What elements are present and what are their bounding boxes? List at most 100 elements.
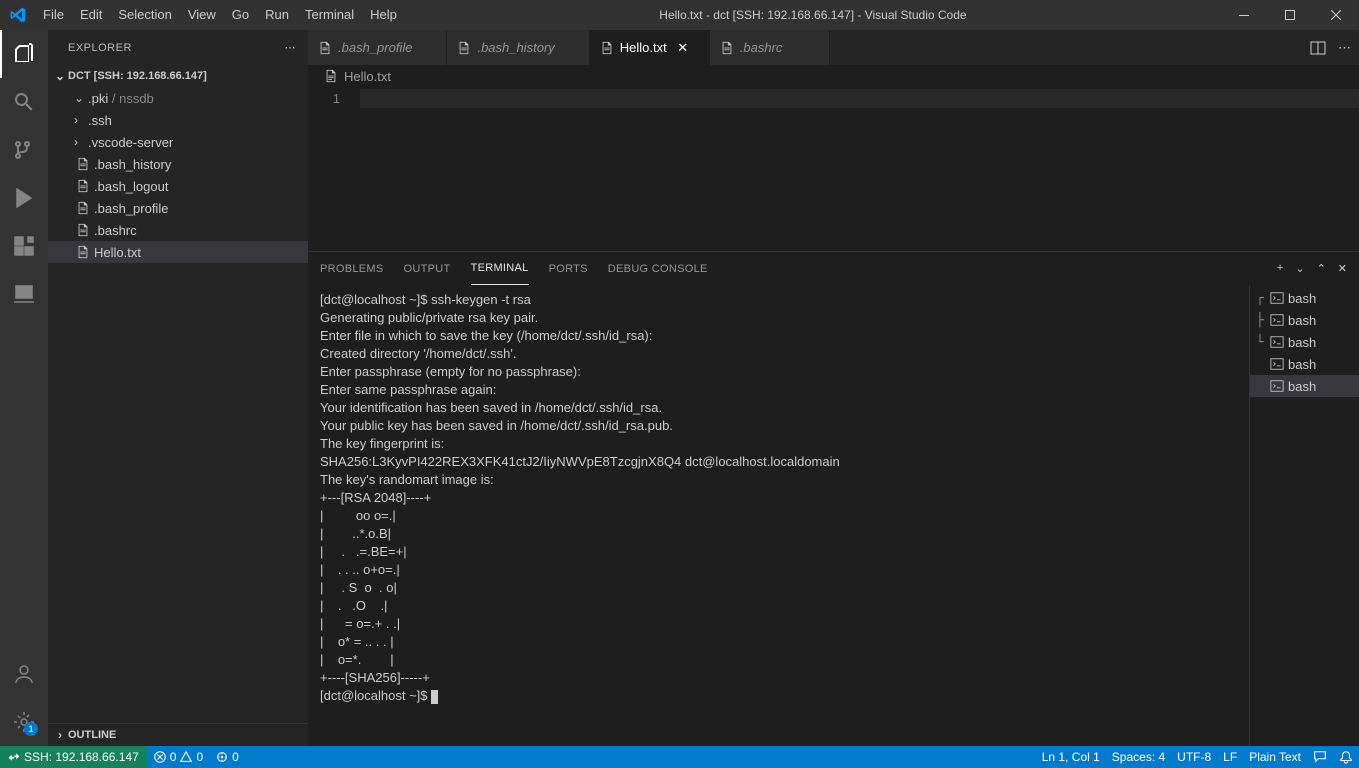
terminal-list-item[interactable]: ┌bash [1250, 287, 1359, 309]
menu-edit[interactable]: Edit [72, 0, 110, 30]
source-control-icon[interactable] [0, 126, 48, 174]
editor-tab[interactable]: .bash_history✕ [447, 30, 589, 65]
sidebar-title: EXPLORER [68, 42, 132, 54]
minimize-button[interactable] [1221, 0, 1267, 30]
window-title: Hello.txt - dct [SSH: 192.168.66.147] - … [405, 8, 1221, 22]
sidebar-more-icon[interactable]: ⋯ [285, 41, 297, 54]
account-icon[interactable] [0, 650, 48, 698]
file-icon [74, 223, 92, 237]
file-icon [74, 201, 92, 215]
file-item[interactable]: .bash_logout [48, 175, 308, 197]
terminal-list-item[interactable]: ├ bash [1250, 309, 1359, 331]
file-tree: ⌄.pki / nssdb›.ssh›.vscode-server.bash_h… [48, 87, 308, 263]
status-notifications-icon[interactable] [1333, 746, 1359, 768]
gutter: 1 [308, 89, 360, 251]
window-controls [1221, 0, 1359, 30]
status-eol[interactable]: LF [1217, 746, 1243, 768]
close-button[interactable] [1313, 0, 1359, 30]
tree-label: .ssh [86, 113, 112, 128]
breadcrumb[interactable]: Hello.txt [308, 65, 1359, 87]
maximize-panel-icon[interactable]: ⌃ [1317, 262, 1326, 275]
status-encoding[interactable]: UTF-8 [1171, 746, 1217, 768]
terminal-dropdown-icon[interactable]: ⌄ [1295, 262, 1304, 275]
chevron-down-icon: ⌄ [52, 69, 68, 83]
editor-tab[interactable]: .bashrc✕ [710, 30, 830, 65]
tree-label: .bash_profile [92, 201, 168, 216]
explorer-root[interactable]: ⌄ DCT [SSH: 192.168.66.147] [48, 65, 308, 87]
tab-label: .bash_history [477, 40, 554, 55]
settings-icon[interactable]: 1 [0, 698, 48, 746]
panel-tabs: PROBLEMS OUTPUT TERMINAL PORTS DEBUG CON… [308, 252, 1359, 285]
close-panel-icon[interactable]: ✕ [1338, 262, 1347, 275]
editor[interactable]: 1 [308, 87, 1359, 251]
editor-tab[interactable]: .bash_profile✕ [308, 30, 447, 65]
menu-bar: File Edit Selection View Go Run Terminal… [35, 0, 405, 30]
chevron-icon: › [74, 113, 86, 127]
remote-explorer-icon[interactable] [0, 270, 48, 318]
menu-help[interactable]: Help [362, 0, 405, 30]
outline-section[interactable]: › OUTLINE [48, 724, 308, 746]
vscode-icon [0, 7, 35, 23]
panel-tab-problems[interactable]: PROBLEMS [320, 252, 384, 285]
tree-label: .bashrc [92, 223, 137, 238]
folder-item[interactable]: ›.vscode-server [48, 131, 308, 153]
menu-run[interactable]: Run [257, 0, 297, 30]
panel-tab-ports[interactable]: PORTS [549, 252, 588, 285]
search-icon[interactable] [0, 78, 48, 126]
run-debug-icon[interactable] [0, 174, 48, 222]
tab-label: .bashrc [740, 40, 783, 55]
file-item[interactable]: Hello.txt [48, 241, 308, 263]
editor-group: .bash_profile✕.bash_history✕Hello.txt✕.b… [308, 30, 1359, 746]
terminal-icon [1270, 335, 1284, 349]
panel-tab-debug-console[interactable]: DEBUG CONSOLE [608, 252, 708, 285]
file-icon [720, 41, 734, 55]
terminal-list-item[interactable]: bash [1250, 375, 1359, 397]
menu-selection[interactable]: Selection [110, 0, 179, 30]
titlebar: File Edit Selection View Go Run Terminal… [0, 0, 1359, 30]
tree-label: .vscode-server [86, 135, 173, 150]
file-icon [600, 41, 614, 55]
code-line[interactable] [360, 89, 1359, 108]
more-actions-icon[interactable]: ⋯ [1338, 40, 1351, 56]
menu-terminal[interactable]: Terminal [297, 0, 362, 30]
outline-label: OUTLINE [68, 729, 116, 741]
tab-label: .bash_profile [338, 40, 412, 55]
terminal-list-item[interactable]: bash [1250, 353, 1359, 375]
status-spaces[interactable]: Spaces: 4 [1106, 746, 1171, 768]
tree-connector: └ [1256, 335, 1266, 350]
menu-view[interactable]: View [180, 0, 224, 30]
status-feedback-icon[interactable] [1307, 746, 1333, 768]
status-language[interactable]: Plain Text [1243, 746, 1307, 768]
status-problems[interactable]: 0 0 [147, 746, 209, 768]
file-item[interactable]: .bash_history [48, 153, 308, 175]
terminal-label: bash [1288, 357, 1316, 372]
file-item[interactable]: .bashrc [48, 219, 308, 241]
editor-tab[interactable]: Hello.txt✕ [590, 30, 710, 65]
status-ln-col[interactable]: Ln 1, Col 1 [1036, 746, 1106, 768]
terminal-label: bash [1288, 313, 1316, 328]
terminal-list-item[interactable]: └ bash [1250, 331, 1359, 353]
settings-badge: 1 [24, 722, 38, 736]
close-tab-icon[interactable]: ✕ [675, 40, 691, 56]
remote-indicator[interactable]: SSH: 192.168.66.147 [0, 746, 147, 768]
terminal-output[interactable]: [dct@localhost ~]$ ssh-keygen -t rsa Gen… [308, 285, 1249, 746]
folder-item[interactable]: ›.ssh [48, 109, 308, 131]
menu-file[interactable]: File [35, 0, 72, 30]
panel-tab-output[interactable]: OUTPUT [404, 252, 451, 285]
tree-label: Hello.txt [92, 245, 141, 260]
panel-tab-terminal[interactable]: TERMINAL [471, 252, 529, 285]
tree-connector: ├ [1256, 313, 1266, 328]
new-terminal-icon[interactable]: + [1277, 262, 1283, 275]
file-item[interactable]: .bash_profile [48, 197, 308, 219]
menu-go[interactable]: Go [224, 0, 257, 30]
extensions-icon[interactable] [0, 222, 48, 270]
chevron-icon: › [74, 135, 86, 149]
terminal-label: bash [1288, 335, 1316, 350]
folder-item[interactable]: ⌄.pki / nssdb [48, 87, 308, 109]
status-ports[interactable]: 0 [209, 746, 245, 768]
split-editor-icon[interactable] [1310, 40, 1326, 56]
code-area[interactable] [360, 89, 1359, 251]
explorer-icon[interactable] [0, 30, 48, 78]
maximize-button[interactable] [1267, 0, 1313, 30]
tree-connector: ┌ [1256, 291, 1266, 306]
